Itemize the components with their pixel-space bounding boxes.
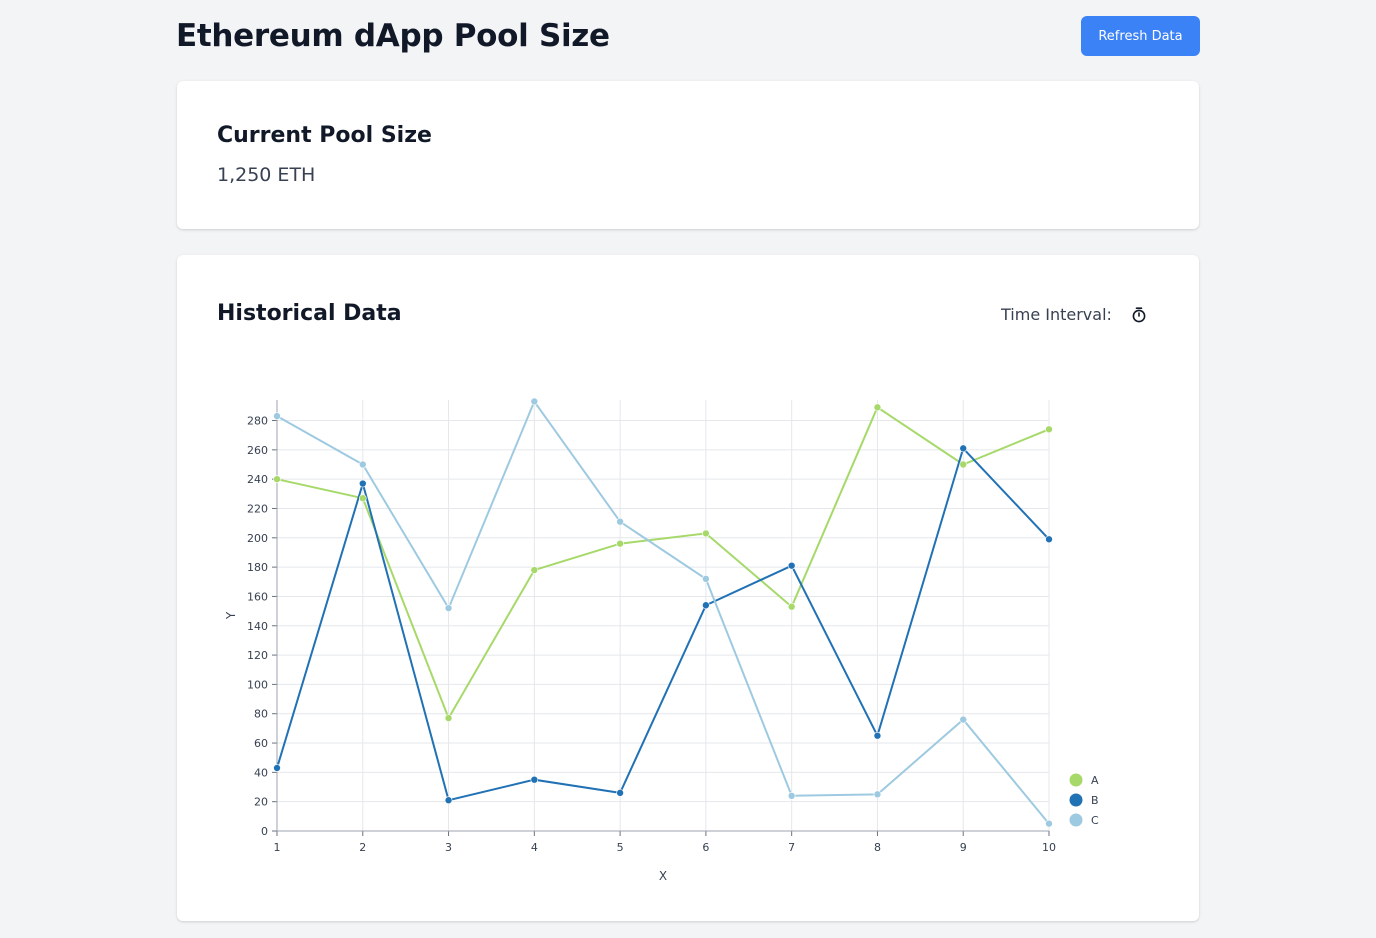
legend-label-c: C (1091, 814, 1099, 827)
data-point-b (702, 601, 710, 610)
data-point-a (787, 602, 796, 611)
y-axis-label: Y (224, 611, 238, 620)
x-axis-label: X (659, 869, 667, 883)
data-point-b (959, 444, 968, 453)
x-tick-label: 6 (702, 841, 709, 854)
x-tick-label: 2 (359, 841, 366, 854)
data-point-c (444, 604, 453, 612)
legend-label-a: A (1091, 774, 1099, 787)
y-tick-label: 60 (254, 737, 268, 750)
legend-label-b: B (1091, 794, 1099, 807)
legend-swatch-a (1069, 773, 1083, 787)
y-tick-label: 20 (254, 796, 268, 809)
data-point-a (358, 494, 367, 503)
data-point-a (873, 403, 882, 412)
data-point-b (616, 789, 624, 797)
data-point-b (444, 796, 453, 805)
data-point-a (1045, 425, 1053, 434)
data-point-c (873, 790, 882, 799)
y-tick-label: 40 (254, 766, 268, 779)
y-tick-label: 120 (247, 649, 268, 662)
refresh-data-button[interactable]: Refresh Data (1081, 16, 1200, 56)
data-point-a (530, 566, 539, 574)
data-point-c (358, 460, 367, 469)
y-tick-label: 0 (261, 825, 268, 838)
x-tick-label: 8 (874, 841, 881, 854)
data-point-c (959, 715, 968, 724)
y-tick-label: 180 (247, 561, 268, 574)
x-tick-label: 4 (531, 841, 538, 854)
data-point-a (959, 460, 968, 469)
data-point-c (530, 397, 539, 406)
y-tick-label: 220 (247, 502, 268, 515)
x-tick-label: 7 (788, 841, 795, 854)
y-tick-label: 80 (254, 708, 268, 721)
series-line-c (276, 399, 1050, 825)
data-point-c (702, 575, 710, 583)
data-point-b (787, 561, 796, 570)
x-tick-label: 5 (617, 841, 624, 854)
data-point-b (358, 479, 367, 488)
y-tick-label: 140 (247, 620, 268, 633)
data-point-c (1045, 819, 1053, 828)
series-line-a (276, 405, 1050, 721)
data-point-a (616, 539, 624, 548)
y-tick-label: 260 (247, 444, 268, 457)
legend-swatch-b (1069, 793, 1083, 807)
data-point-a (702, 529, 710, 538)
data-point-b (1045, 535, 1053, 544)
current-pool-value: 1,250 ETH (217, 164, 316, 186)
data-point-a (444, 714, 453, 722)
y-tick-label: 200 (247, 532, 268, 545)
y-tick-label: 280 (247, 415, 268, 428)
data-point-c (616, 517, 624, 526)
x-tick-label: 3 (445, 841, 452, 854)
data-point-b (873, 731, 882, 740)
data-point-a (273, 475, 281, 483)
y-tick-label: 240 (247, 473, 268, 486)
x-tick-label: 10 (1042, 841, 1056, 854)
data-point-b (273, 764, 281, 772)
historical-data-card: Historical Data Time Interval: 0 20 40 60 80… (177, 255, 1199, 921)
x-tick-label: 1 (274, 841, 281, 854)
data-point-b (530, 775, 539, 784)
data-point-c (273, 412, 281, 420)
legend-swatch-c (1069, 813, 1083, 827)
current-pool-title: Current Pool Size (217, 123, 432, 148)
y-tick-label: 100 (247, 678, 268, 691)
current-pool-card: Current Pool Size 1,250 ETH (177, 81, 1199, 229)
data-point-c (787, 792, 796, 800)
y-tick-label: 160 (247, 590, 268, 603)
series-line-b (276, 446, 1050, 802)
page-title: Ethereum dApp Pool Size (176, 18, 610, 54)
x-tick-label: 9 (960, 841, 967, 854)
line-chart: 0 20 40 60 80 100 120 140 160 180 200 220 240 260 280 1… (224, 397, 1099, 883)
